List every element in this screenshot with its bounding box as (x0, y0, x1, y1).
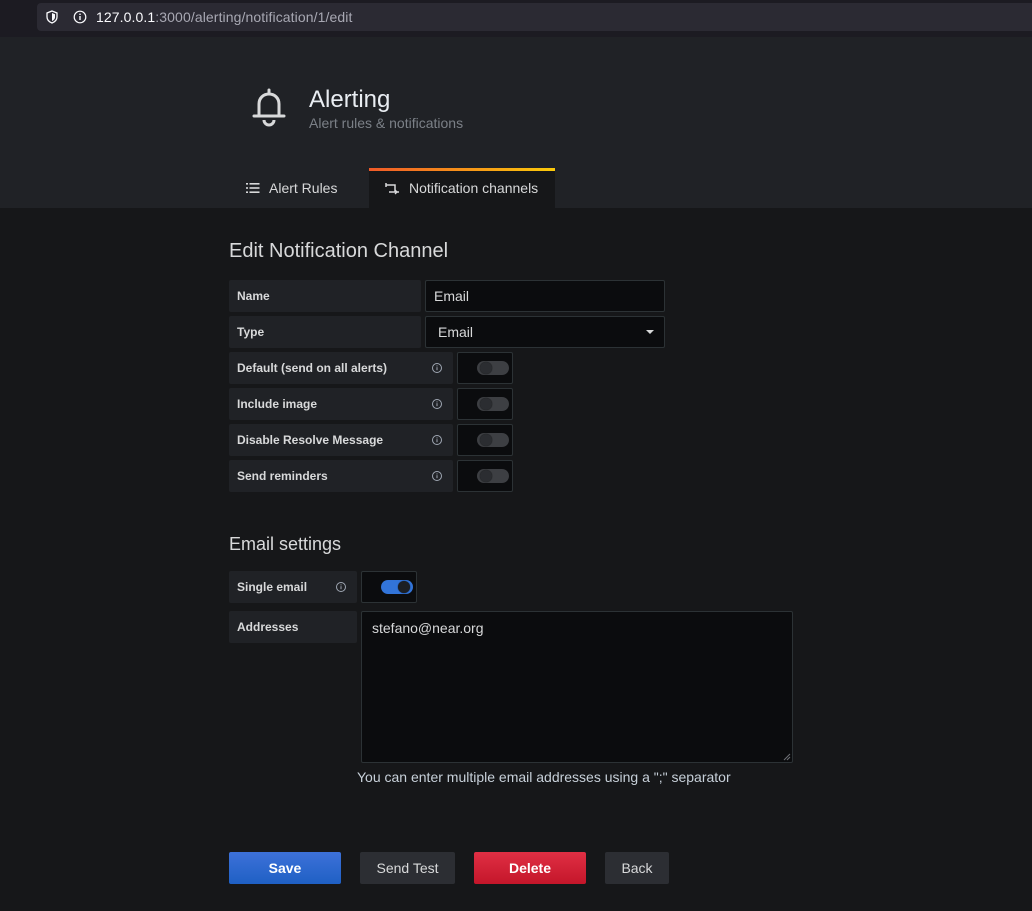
form-title: Edit Notification Channel (229, 240, 449, 262)
single-email-label: Single email (229, 571, 357, 603)
info-circle-icon[interactable] (335, 581, 347, 593)
email-settings-title: Email settings (229, 534, 342, 554)
name-label: Name (229, 280, 421, 312)
name-input[interactable]: Email (425, 280, 665, 312)
bell-icon (252, 88, 286, 127)
disable-resolve-switch[interactable] (457, 424, 513, 456)
delete-button[interactable]: Delete (474, 852, 586, 884)
page-header: Alerting Alert rules & notifications Ale… (0, 37, 1032, 208)
caret-down-icon (646, 330, 654, 334)
include-image-label-text: Include image (237, 397, 318, 411)
url-text: 127.0.0.1:3000/alerting/notification/1/e… (96, 9, 353, 25)
addresses-textarea[interactable]: stefano@near.org (361, 611, 793, 763)
switch-knob (480, 398, 492, 410)
default-label-text: Default (send on all alerts) (237, 361, 388, 375)
send-reminders-label-text: Send reminders (237, 469, 328, 483)
url-host: 127.0.0.1 (96, 9, 156, 25)
channel-icon (385, 182, 399, 194)
switch-knob (398, 581, 410, 593)
include-image-switch[interactable] (457, 388, 513, 420)
back-button[interactable]: Back (605, 852, 669, 884)
url-path: :3000/alerting/notification/1/edit (155, 9, 353, 25)
info-circle-icon[interactable] (431, 470, 443, 482)
addresses-hint: You can enter multiple email addresses u… (357, 769, 731, 785)
single-email-label-text: Single email (237, 580, 308, 594)
switch-knob (480, 470, 492, 482)
addresses-label: Addresses (229, 611, 357, 643)
addresses-value: stefano@near.org (372, 620, 484, 636)
shield-icon[interactable] (45, 10, 59, 24)
send-reminders-switch[interactable] (457, 460, 513, 492)
page-title: Alerting (309, 86, 391, 113)
type-label: Type (229, 316, 421, 348)
default-switch[interactable] (457, 352, 513, 384)
disable-resolve-label-text: Disable Resolve Message (237, 433, 384, 447)
default-label: Default (send on all alerts) (229, 352, 453, 384)
info-circle-icon[interactable] (431, 362, 443, 374)
type-select[interactable]: Email (425, 316, 665, 348)
single-email-switch[interactable] (361, 571, 417, 603)
resize-handle-icon[interactable] (783, 753, 791, 761)
tab-notification-channels[interactable]: Notification channels (369, 168, 555, 208)
page-subtitle: Alert rules & notifications (309, 115, 464, 131)
save-button[interactable]: Save (229, 852, 341, 884)
tab-label: Notification channels (409, 180, 539, 196)
disable-resolve-label: Disable Resolve Message (229, 424, 453, 456)
address-bar[interactable]: 127.0.0.1:3000/alerting/notification/1/e… (37, 3, 1032, 31)
switch-knob (480, 434, 492, 446)
browser-toolbar: 127.0.0.1:3000/alerting/notification/1/e… (0, 0, 1032, 37)
info-icon[interactable] (73, 10, 87, 24)
tab-label: Alert Rules (269, 180, 338, 196)
info-circle-icon[interactable] (431, 434, 443, 446)
tab-alert-rules[interactable]: Alert Rules (230, 168, 369, 208)
send-test-button[interactable]: Send Test (360, 852, 455, 884)
type-select-value: Email (438, 324, 474, 340)
send-reminders-label: Send reminders (229, 460, 453, 492)
info-circle-icon[interactable] (431, 398, 443, 410)
include-image-label: Include image (229, 388, 453, 420)
switch-knob (480, 362, 492, 374)
list-icon (246, 183, 260, 193)
